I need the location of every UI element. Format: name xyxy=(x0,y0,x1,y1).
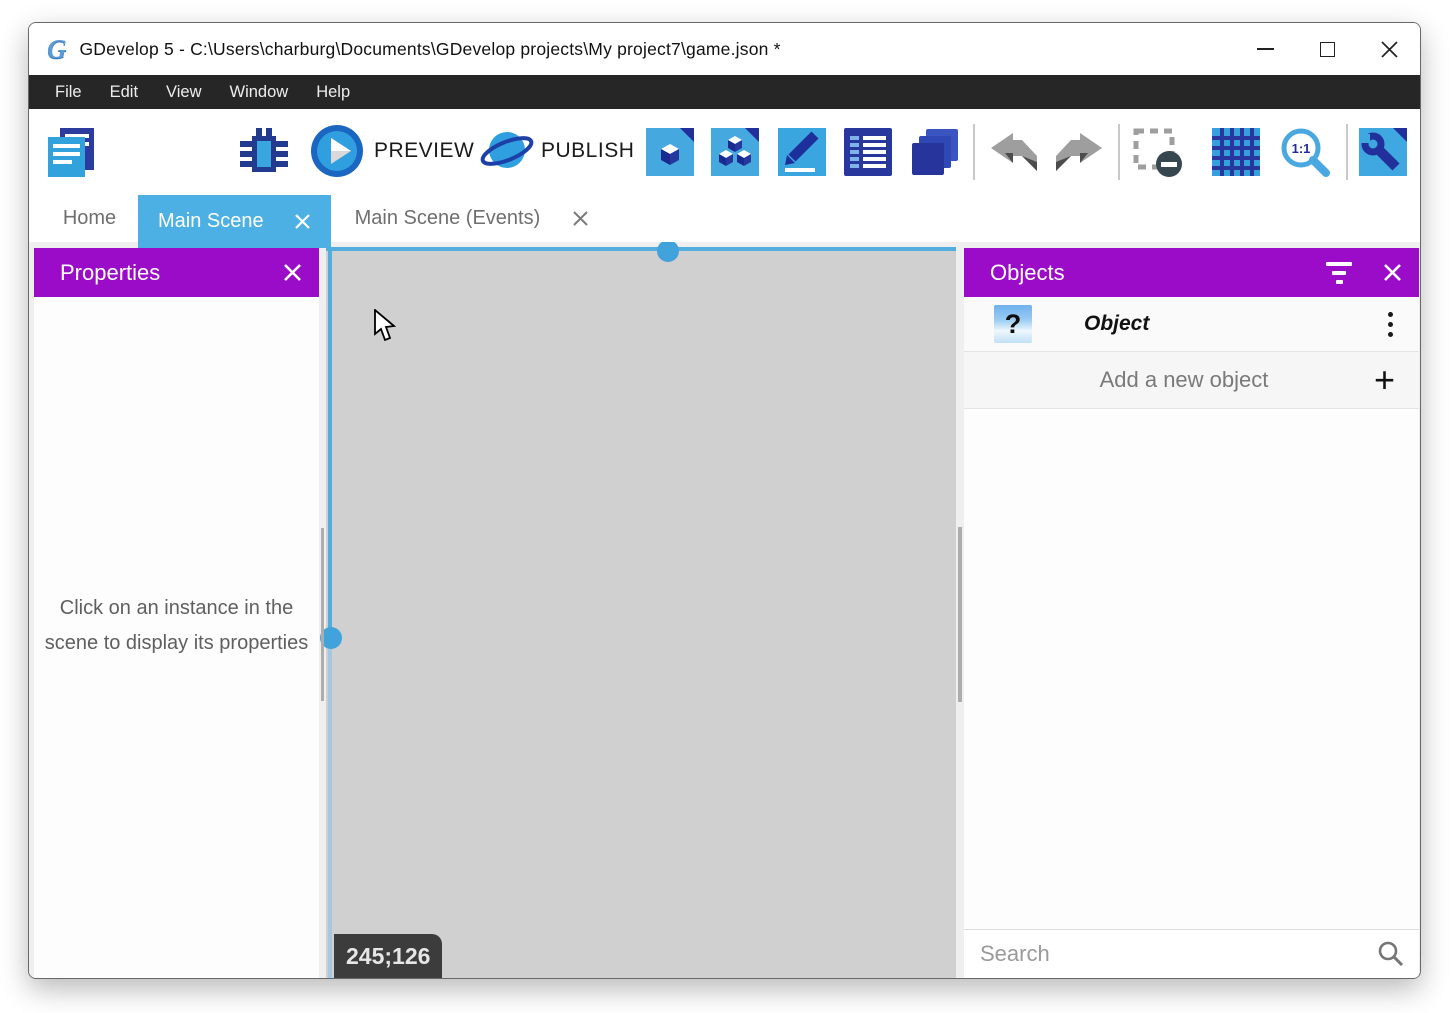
object-name: Object xyxy=(1084,312,1149,336)
tab-home[interactable]: Home xyxy=(41,195,138,242)
scene-window-border-left-lower xyxy=(328,639,332,978)
filter-icon[interactable] xyxy=(1326,262,1352,284)
svg-text:1:1: 1:1 xyxy=(1292,141,1311,156)
undo-icon[interactable] xyxy=(989,131,1039,173)
objects-editor-icon[interactable] xyxy=(646,128,694,176)
tab-close-icon[interactable] xyxy=(294,213,311,230)
object-list-item[interactable]: ? Object xyxy=(964,297,1419,352)
clear-selection-icon[interactable] xyxy=(1132,127,1184,179)
maximize-button[interactable] xyxy=(1296,23,1358,75)
properties-panel-title: Properties xyxy=(60,260,160,286)
canvas-right-scrollbar[interactable] xyxy=(958,527,962,702)
object-search-bar xyxy=(964,929,1419,978)
scene-window-border-left xyxy=(328,247,332,639)
properties-pencil-icon[interactable] xyxy=(778,128,826,176)
redo-icon[interactable] xyxy=(1054,131,1104,173)
scene-window-border-top xyxy=(326,247,956,251)
menu-view[interactable]: View xyxy=(152,75,215,109)
toolbar-separator xyxy=(1346,124,1348,180)
menu-edit[interactable]: Edit xyxy=(96,75,152,109)
object-question-icon: ? xyxy=(994,305,1032,343)
properties-panel-header: Properties xyxy=(34,248,319,297)
mouse-cursor xyxy=(373,309,399,348)
tab-main-scene-events-label: Main Scene (Events) xyxy=(355,207,541,230)
layers-icon[interactable] xyxy=(909,126,961,178)
editor-tabs: Home Main Scene Main Scene (Events) xyxy=(29,195,1420,242)
tab-main-scene-label: Main Scene xyxy=(158,210,264,233)
toolbar-separator xyxy=(973,124,975,180)
maximize-icon xyxy=(1320,42,1335,57)
minimize-button[interactable] xyxy=(1234,23,1296,75)
canvas-left-scrollbar[interactable] xyxy=(321,528,324,701)
gdevelop-logo-icon: G xyxy=(47,36,67,63)
project-manager-icon[interactable] xyxy=(46,126,98,178)
tab-main-scene[interactable]: Main Scene xyxy=(138,195,331,248)
close-panel-icon[interactable] xyxy=(282,262,303,283)
tab-main-scene-events[interactable]: Main Scene (Events) xyxy=(331,195,614,242)
properties-panel: Properties Click on an instance in the s… xyxy=(34,248,319,978)
window-title: GDevelop 5 - C:\Users\charburg\Documents… xyxy=(80,39,781,60)
close-panel-icon[interactable] xyxy=(1382,262,1403,283)
preview-button[interactable]: PREVIEW xyxy=(374,139,474,163)
object-menu-icon[interactable] xyxy=(1388,312,1393,337)
objects-panel-header: Objects xyxy=(964,248,1419,297)
menu-file[interactable]: File xyxy=(41,75,96,109)
add-object-row[interactable]: Add a new object + xyxy=(964,352,1419,409)
objects-panel-title: Objects xyxy=(990,260,1065,286)
menu-bar: File Edit View Window Help xyxy=(29,75,1420,109)
menu-window[interactable]: Window xyxy=(216,75,303,109)
scene-canvas[interactable]: 245;126 xyxy=(326,247,956,978)
object-groups-icon[interactable] xyxy=(711,128,759,176)
window-controls xyxy=(1234,23,1420,75)
title-bar[interactable]: G GDevelop 5 - C:\Users\charburg\Documen… xyxy=(29,23,1420,75)
close-button[interactable] xyxy=(1358,23,1420,75)
publish-globe-icon[interactable] xyxy=(479,123,535,179)
close-icon xyxy=(1380,40,1399,59)
debugger-icon[interactable] xyxy=(238,126,290,178)
search-icon xyxy=(1377,940,1405,968)
toolbar: PREVIEW PUBLISH xyxy=(29,109,1420,195)
scene-settings-wrench-icon[interactable] xyxy=(1359,128,1407,176)
objects-panel: Objects ? Object Add a new object + xyxy=(964,248,1419,978)
cursor-coordinates-badge: 245;126 xyxy=(334,934,442,978)
grid-icon[interactable] xyxy=(1212,128,1260,176)
plus-icon: + xyxy=(1374,362,1395,398)
instances-list-icon[interactable] xyxy=(844,128,892,176)
zoom-original-icon[interactable]: 1:1 xyxy=(1278,126,1332,180)
add-object-label: Add a new object xyxy=(964,367,1374,393)
toolbar-separator xyxy=(1118,124,1120,180)
properties-empty-message: Click on an instance in the scene to dis… xyxy=(34,591,319,661)
tab-close-icon[interactable] xyxy=(572,210,589,227)
preview-play-icon[interactable] xyxy=(309,123,365,179)
tab-home-label: Home xyxy=(63,207,116,230)
minimize-icon xyxy=(1257,48,1274,50)
menu-help[interactable]: Help xyxy=(302,75,364,109)
app-window: G GDevelop 5 - C:\Users\charburg\Documen… xyxy=(28,22,1421,979)
search-input[interactable] xyxy=(964,941,1377,967)
publish-button[interactable]: PUBLISH xyxy=(541,139,634,163)
resize-handle-top[interactable] xyxy=(657,240,679,262)
